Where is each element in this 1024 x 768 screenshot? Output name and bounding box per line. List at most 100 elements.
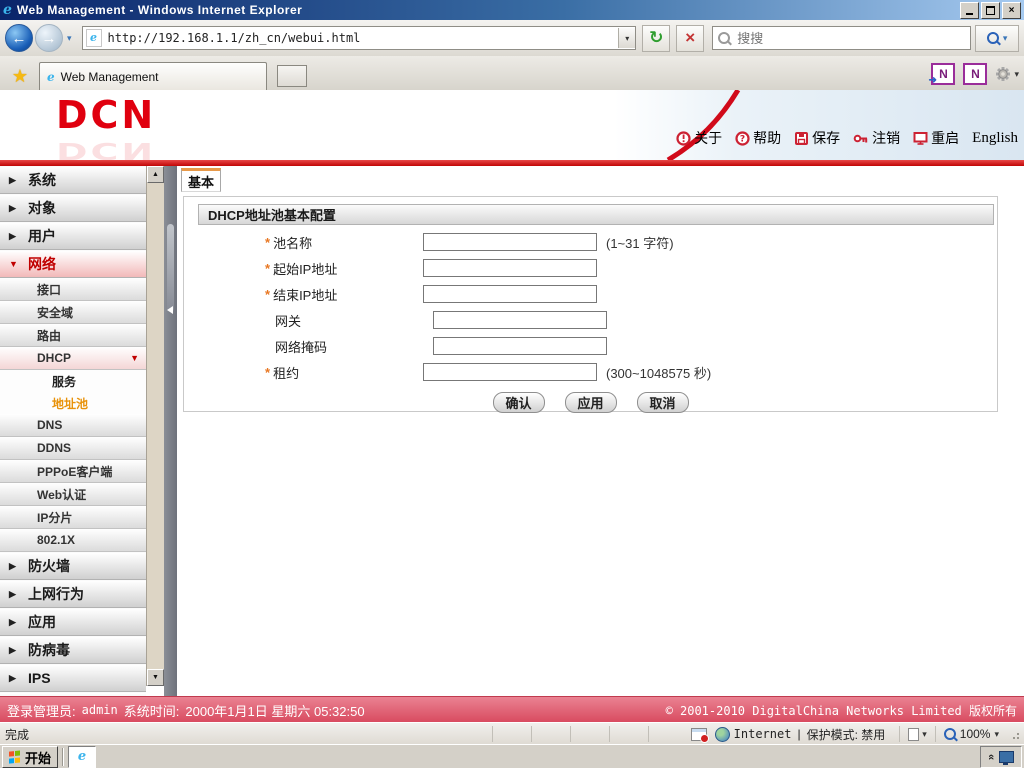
new-tab-button[interactable]: [277, 65, 307, 87]
help-link[interactable]: ? 帮助: [735, 128, 781, 148]
sidebar-splitter[interactable]: [164, 166, 177, 696]
collapse-sidebar-icon: [167, 306, 173, 314]
save-icon: [795, 131, 809, 145]
sidebar-item-dhcp[interactable]: DHCP ▼: [0, 347, 146, 370]
field-label-wrap: * 租约: [265, 363, 423, 382]
back-icon: ←: [11, 29, 27, 47]
resize-grip[interactable]: [1009, 729, 1019, 739]
pool-name-input[interactable]: [423, 233, 597, 251]
start-ip-input[interactable]: [423, 259, 597, 277]
tab-favicon: e: [47, 69, 55, 84]
refresh-button[interactable]: ↻: [642, 24, 671, 52]
restart-link[interactable]: 重启: [913, 128, 959, 148]
chevron-right-icon: ▶: [9, 672, 16, 683]
monitor-icon: [913, 131, 928, 145]
close-button[interactable]: ×: [1002, 1, 1021, 19]
send-to-onenote-button[interactable]: N ➜: [928, 63, 956, 86]
sidebar-item-network[interactable]: ▼ 网络: [0, 250, 146, 278]
sidebar-item-firewall[interactable]: ▶ 防火墙: [0, 552, 146, 580]
zone-info[interactable]: Internet | 保护模式: 禁用: [734, 726, 886, 743]
form-row-start-ip: * 起始IP地址: [265, 255, 997, 281]
restore-button[interactable]: [981, 1, 1000, 19]
sidebar-item-pppoe-client[interactable]: PPPoE客户端: [0, 460, 146, 483]
back-button[interactable]: ←: [5, 24, 33, 52]
window-title: Web Management - Windows Internet Explor…: [16, 3, 303, 17]
sidebar-item-label: DDNS: [37, 441, 72, 455]
display-tray-icon[interactable]: [999, 751, 1014, 765]
sidebar-item-dns[interactable]: DNS: [0, 414, 146, 437]
sidebar-item-application[interactable]: ▶ 应用: [0, 608, 146, 636]
compatibility-view-button[interactable]: ▾: [899, 726, 935, 742]
gateway-input[interactable]: [433, 311, 607, 329]
splitter-handle[interactable]: [167, 224, 174, 312]
scroll-down-button[interactable]: ▼: [147, 669, 164, 686]
search-input[interactable]: [735, 29, 966, 47]
cancel-button[interactable]: 取消: [636, 392, 689, 413]
tab-web-management[interactable]: e Web Management: [39, 62, 267, 90]
favorites-button[interactable]: ★: [5, 62, 35, 90]
stop-button[interactable]: ×: [676, 24, 705, 52]
sidebar-item-ddns[interactable]: DDNS: [0, 437, 146, 460]
sidebar-item-object[interactable]: ▶ 对象: [0, 194, 146, 222]
save-link[interactable]: 保存: [794, 128, 840, 148]
search-go-button[interactable]: ▾: [975, 24, 1019, 52]
scroll-up-button[interactable]: ▲: [147, 166, 164, 183]
recent-pages-dropdown[interactable]: ▾: [63, 33, 76, 44]
apply-button[interactable]: 应用: [564, 392, 617, 413]
onenote-icon: N: [971, 67, 980, 81]
sidebar-item-security-zone[interactable]: 安全域: [0, 301, 146, 324]
zone-separator: |: [797, 727, 801, 741]
system-tray: «: [979, 746, 1022, 768]
status-cell: [530, 726, 570, 742]
sidebar-item-dhcp-address-pool[interactable]: 地址池: [0, 392, 146, 414]
sidebar-item-net-behavior[interactable]: ▶ 上网行为: [0, 580, 146, 608]
sidebar-item-ip-fragment[interactable]: IP分片: [0, 506, 146, 529]
lease-input[interactable]: [423, 363, 597, 381]
panel-title-text: DHCP地址池基本配置: [208, 208, 336, 223]
sidebar-item-web-auth[interactable]: Web认证: [0, 483, 146, 506]
search-options-icon: ▾: [1002, 32, 1008, 43]
netmask-input[interactable]: [433, 337, 607, 355]
forward-button[interactable]: →: [35, 24, 63, 52]
popup-blocked-icon[interactable]: [690, 727, 709, 743]
up-arrow-icon: ▲: [152, 171, 159, 178]
time-value: 2000年1月1日 星期六 05:32:50: [185, 703, 365, 719]
url-input[interactable]: [105, 30, 619, 46]
sidebar-scrollbar[interactable]: ▲ ▼: [146, 166, 164, 686]
search-box[interactable]: [712, 26, 972, 50]
zoom-control[interactable]: 100% ▾: [934, 726, 1007, 742]
minimize-icon: [966, 12, 973, 15]
hide-icons-chevron[interactable]: «: [985, 754, 997, 760]
sidebar-item-antivirus[interactable]: ▶ 防病毒: [0, 636, 146, 664]
sidebar-item-dhcp-service[interactable]: 服务: [0, 370, 146, 392]
english-link[interactable]: English: [972, 130, 1018, 147]
sidebar-item-system[interactable]: ▶ 系统: [0, 166, 146, 194]
screen: e Web Management - Windows Internet Expl…: [0, 0, 1024, 768]
sidebar-item-label: 服务: [52, 374, 77, 389]
sidebar-item-interface[interactable]: 接口: [0, 278, 146, 301]
address-dropdown-button[interactable]: ▾: [618, 28, 636, 48]
confirm-button[interactable]: 确认: [492, 392, 545, 413]
sidebar-item-ips[interactable]: ▶ IPS: [0, 664, 146, 692]
chevron-down-icon: ▾: [922, 728, 927, 739]
status-cell: [491, 726, 531, 742]
start-button[interactable]: 开始: [2, 746, 59, 768]
end-ip-input[interactable]: [423, 285, 597, 303]
minimize-button[interactable]: [960, 1, 979, 19]
onenote-linked-notes-button[interactable]: N: [963, 63, 988, 85]
sidebar-item-route[interactable]: 路由: [0, 324, 146, 347]
tab-basic[interactable]: 基本: [181, 168, 221, 192]
about-link[interactable]: 关于: [676, 128, 722, 148]
ie-logo-icon: e: [3, 2, 12, 18]
tools-menu-button[interactable]: ▾: [995, 66, 1019, 82]
sidebar-item-8021x[interactable]: 802.1X: [0, 529, 146, 552]
address-bar[interactable]: e ▾: [81, 26, 637, 50]
chevron-down-icon: ▾: [994, 728, 999, 739]
sidebar-item-label: IP分片: [37, 510, 73, 525]
sidebar-item-user[interactable]: ▶ 用户: [0, 222, 146, 250]
taskbar-ie-button[interactable]: e: [68, 746, 97, 768]
sidebar-item-label: 地址池: [52, 396, 89, 411]
logout-link[interactable]: 注销: [853, 128, 900, 148]
field-label: 池名称: [273, 235, 313, 251]
scrollbar-track[interactable]: [147, 183, 164, 669]
